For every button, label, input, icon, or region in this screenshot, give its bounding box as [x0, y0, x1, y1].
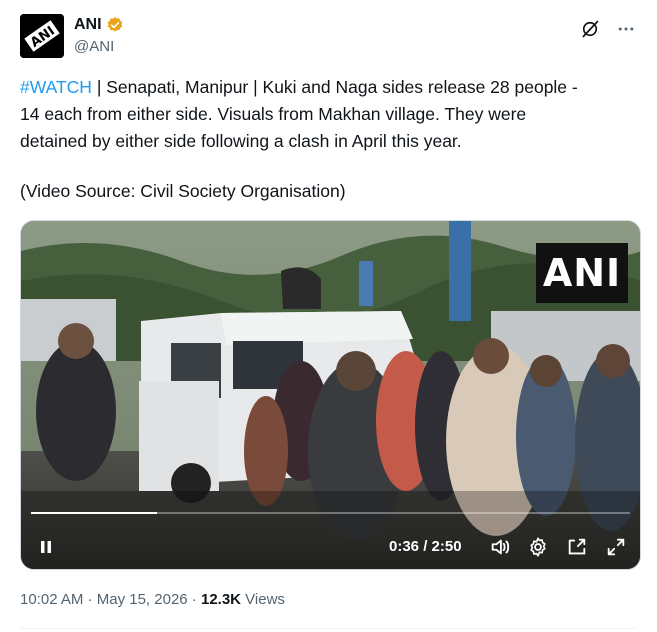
gear-icon[interactable]: [525, 529, 551, 565]
name-row: ANI: [74, 16, 124, 34]
pause-icon[interactable]: [33, 529, 59, 565]
progress-fill: [31, 512, 157, 514]
views-count[interactable]: 12.3K: [201, 591, 241, 608]
progress-bar[interactable]: [31, 512, 630, 514]
ani-logo-avatar: ANI: [20, 14, 64, 58]
video-player[interactable]: ANI 0:36 / 2:50: [20, 220, 641, 570]
meta-dot: ·: [83, 591, 97, 608]
ani-watermark: ANI: [536, 243, 628, 303]
video-controls: 0:36 / 2:50: [21, 529, 640, 565]
tweet-line-1-text: | Senapati, Manipur | Kuki and Naga side…: [91, 77, 578, 97]
display-name[interactable]: ANI: [74, 16, 102, 34]
tweet-body: #WATCH | Senapati, Manipur | Kuki and Na…: [20, 74, 635, 155]
tweet-header: ANI ANI @ANI: [20, 14, 637, 62]
verified-badge-icon[interactable]: [106, 16, 124, 34]
tweet-line-3: detained by either side following a clas…: [20, 131, 462, 151]
fullscreen-icon[interactable]: [603, 529, 629, 565]
video-source-text: (Video Source: Civil Society Organisatio…: [20, 181, 346, 201]
tweet-line-1: #WATCH | Senapati, Manipur | Kuki and Na…: [20, 74, 635, 101]
picture-in-picture-icon[interactable]: [564, 529, 590, 565]
meta-dot: ·: [187, 591, 201, 608]
tweet-time[interactable]: 10:02 AM: [20, 591, 83, 608]
tweet-meta: 10:02 AM · May 15, 2026 · 12.3K Views: [20, 591, 285, 608]
divider: [20, 628, 637, 629]
current-time: 0:36: [389, 538, 420, 555]
duration: 2:50: [431, 538, 462, 555]
time-separator: /: [419, 538, 432, 555]
hashtag-link[interactable]: #WATCH: [20, 77, 92, 97]
volume-icon[interactable]: [487, 529, 513, 565]
tweet-date[interactable]: May 15, 2026: [97, 591, 188, 608]
grok-icon[interactable]: [579, 18, 601, 40]
header-actions: [579, 18, 637, 40]
more-dots-icon[interactable]: [615, 18, 637, 40]
tweet-line-2: 14 each from either side. Visuals from M…: [20, 104, 527, 124]
views-label: Views: [241, 591, 285, 608]
video-time: 0:36 / 2:50: [389, 538, 462, 555]
avatar[interactable]: ANI: [20, 14, 64, 58]
handle[interactable]: @ANI: [74, 38, 114, 55]
